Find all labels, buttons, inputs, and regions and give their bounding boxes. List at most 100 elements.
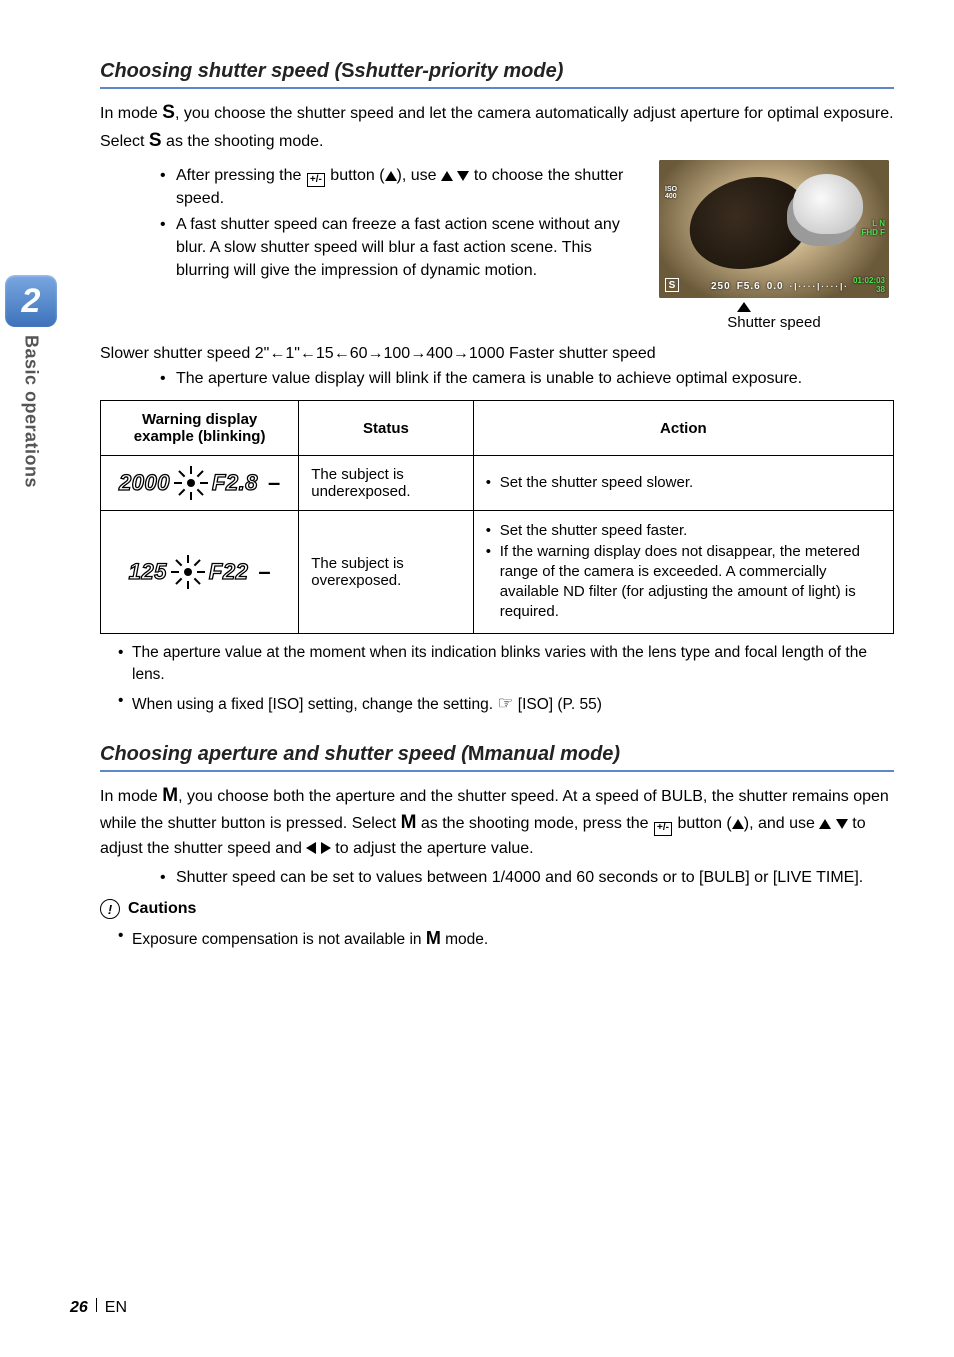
blink-aperture: F2.8: [212, 470, 258, 496]
format-badge: L N FHD F: [861, 220, 885, 238]
text: After pressing the: [176, 167, 306, 184]
page-number: 26: [70, 1299, 88, 1317]
mode-letter-m: M: [426, 928, 441, 948]
mode-letter-m: M: [468, 743, 485, 766]
minus-icon: –: [258, 559, 270, 585]
action-item: If the warning display does not disappea…: [486, 542, 881, 623]
text: Faster shutter speed: [509, 345, 656, 362]
ev-ruler-icon: ·|····|····|·: [790, 282, 849, 291]
lcd-caption: Shutter speed: [727, 314, 820, 331]
list-item: A fast shutter speed can freeze a fast a…: [160, 213, 634, 283]
warning-table: Warning display example (blinking) Statu…: [100, 400, 894, 633]
text: to adjust the aperture value.: [331, 840, 534, 857]
table-header: Action: [473, 401, 893, 456]
seq-val: 100: [384, 345, 411, 362]
cautions-heading: ! Cautions: [100, 899, 894, 919]
footnote-list: The aperture value at the moment when it…: [100, 642, 894, 717]
arrow-right-icon: [321, 842, 331, 854]
title-text: shutter-priority mode): [354, 60, 563, 83]
sun-icon: [173, 557, 203, 587]
action-cell: Set the shutter speed faster. If the war…: [473, 511, 893, 633]
divider: [96, 1298, 97, 1312]
text: button (: [673, 815, 732, 832]
intro-paragraph: In mode S, you choose the shutter speed …: [100, 99, 894, 154]
list-item: The aperture value display will blink if…: [160, 367, 894, 390]
mode-letter-s: S: [341, 60, 354, 83]
title-text: Choosing shutter speed (: [100, 60, 341, 83]
exposure-comp-icon: +/-: [654, 822, 672, 836]
list-item: The aperture value at the moment when it…: [118, 642, 894, 687]
action-item: Set the shutter speed slower.: [486, 473, 881, 493]
text: as the shooting mode.: [162, 133, 324, 150]
text: FHD F: [861, 228, 885, 237]
arrow-right-icon: →: [410, 345, 426, 362]
instruction-list: After pressing the +/- button (), use to…: [160, 164, 634, 282]
exposure-comp-icon: +/-: [307, 173, 325, 187]
intro-paragraph: In mode M, you choose both the aperture …: [100, 782, 894, 860]
arrow-right-icon: →: [453, 345, 469, 362]
list-item: When using a fixed [ISO] setting, change…: [118, 690, 894, 716]
arrow-down-icon: [457, 171, 469, 181]
sequence-note-list: The aperture value display will blink if…: [160, 367, 894, 390]
text: Exposure compensation is not available i…: [132, 931, 426, 948]
text: 400: [665, 193, 677, 200]
action-cell: Set the shutter speed slower.: [473, 456, 893, 511]
table-row: 125 F22 – The subject is overexposed. Se…: [101, 511, 894, 633]
text: button (: [326, 167, 385, 184]
arrow-left-icon: ←: [334, 345, 350, 362]
seq-val: 2": [255, 345, 270, 362]
seq-val: 400: [426, 345, 453, 362]
table-row: 2000 F2.8 – The subject is underexposed.…: [101, 456, 894, 511]
text: When using a fixed [ISO] setting, change…: [132, 696, 497, 713]
seq-val: 15: [316, 345, 334, 362]
see-reference-icon: ☞: [497, 693, 513, 713]
lcd-aperture: F5.6: [737, 281, 761, 292]
cautions-list: Exposure compensation is not available i…: [100, 925, 894, 951]
seq-val: 1000: [469, 345, 505, 362]
text: L N: [872, 219, 885, 228]
lcd-shutter: 250: [711, 281, 731, 292]
blink-aperture: F22: [209, 559, 248, 585]
blink-example-cell: 125 F22 –: [101, 511, 299, 633]
lcd-ev: 0.0: [767, 281, 784, 292]
caution-icon: !: [100, 899, 120, 919]
reference-text: [ISO] (P. 55): [513, 696, 601, 713]
table-header: Warning display example (blinking): [101, 401, 299, 456]
mode-letter-m: M: [162, 785, 178, 806]
text: mode.: [441, 931, 488, 948]
title-text: manual mode): [485, 743, 621, 766]
page-footer: 26 EN: [70, 1298, 127, 1317]
arrow-up-icon: [441, 171, 453, 181]
chapter-number-chip: 2: [5, 275, 57, 327]
status-cell: The subject is overexposed.: [299, 511, 473, 633]
time-remaining: 01:02:03 38: [853, 277, 885, 294]
seq-val: 1": [285, 345, 300, 362]
arrow-right-icon: →: [368, 345, 384, 362]
arrow-up-icon: [819, 819, 831, 829]
sun-icon: [176, 468, 206, 498]
page-lang: EN: [105, 1299, 127, 1317]
text: ), use: [397, 167, 441, 184]
chapter-title-vertical: Basic operations: [21, 335, 42, 488]
text: 38: [876, 285, 885, 294]
arrow-up-icon: [385, 171, 397, 181]
mode-badge: S: [665, 278, 679, 292]
list-item: Shutter speed can be set to values betwe…: [160, 866, 894, 889]
arrow-down-icon: [836, 819, 848, 829]
instruction-list: Shutter speed can be set to values betwe…: [160, 866, 894, 889]
mode-letter-m: M: [401, 812, 417, 833]
blink-example-cell: 2000 F2.8 –: [101, 456, 299, 511]
arrow-up-icon: [732, 819, 744, 829]
blink-shutter: 2000: [119, 470, 170, 496]
chapter-tab: 2 Basic operations: [0, 275, 62, 488]
cautions-label: Cautions: [128, 900, 196, 918]
shutter-speed-sequence: Slower shutter speed 2"←1"←15←60→100→400…: [100, 345, 894, 363]
text: as the shooting mode, press the: [416, 815, 653, 832]
arrow-left-icon: ←: [269, 345, 285, 362]
status-cell: The subject is underexposed.: [299, 456, 473, 511]
text: ), and use: [744, 815, 820, 832]
arrow-left-icon: [306, 842, 316, 854]
seq-val: 60: [350, 345, 368, 362]
table-header: Status: [299, 401, 473, 456]
section-title-shutter-priority: Choosing shutter speed (S shutter-priori…: [100, 60, 894, 89]
